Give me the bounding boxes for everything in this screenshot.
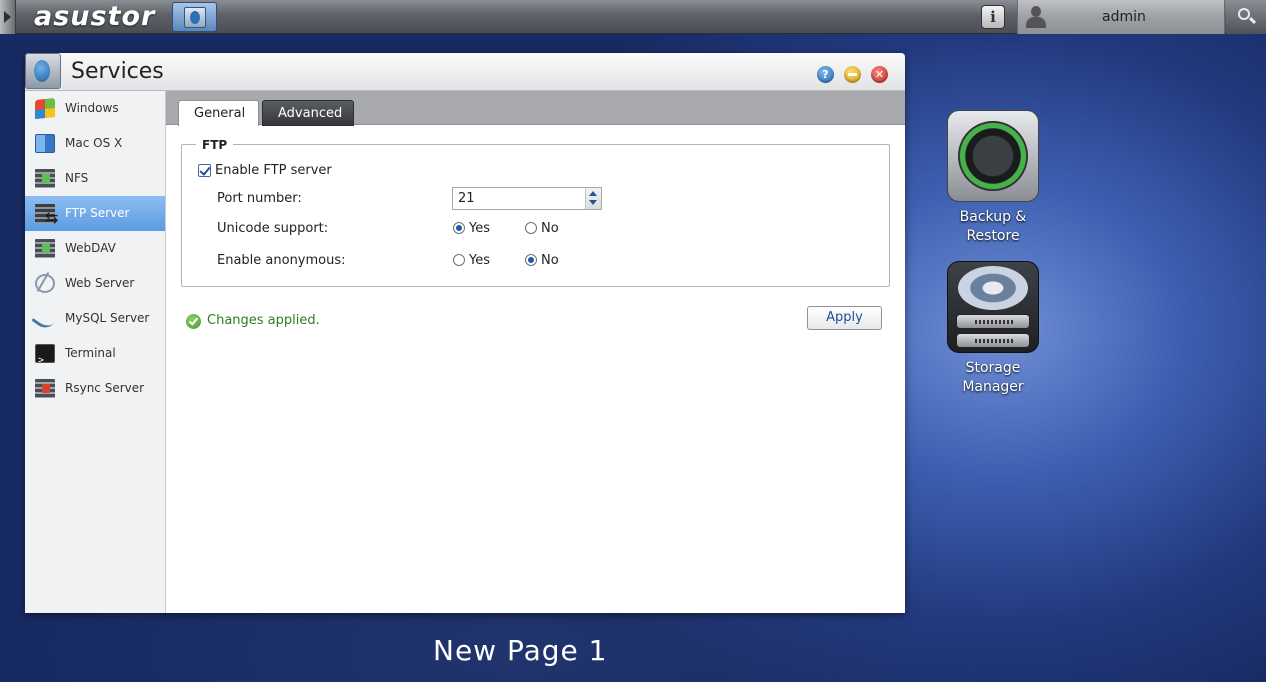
sidebar-item-label: NFS [65,171,89,185]
windows-icon [35,97,55,120]
enable-ftp-label: Enable FTP server [215,163,332,178]
anonymous-no-radio[interactable] [525,254,537,266]
user-icon [1026,6,1046,28]
desktop-page-label: New Page 1 [433,634,608,667]
storage-manager-icon [947,261,1039,353]
ftp-group-legend: FTP [196,138,234,152]
unicode-support-label: Unicode support: [217,221,329,236]
enable-ftp-checkbox[interactable] [198,164,211,177]
desktop-icon-label: Storage [965,360,1021,376]
sidebar-item-rsync-server[interactable]: Rsync Server [25,371,165,406]
unicode-yes-radio[interactable] [453,222,465,234]
sidebar-item-label: FTP Server [65,206,130,220]
sidebar-item-nfs[interactable]: NFS [25,161,165,196]
anonymous-yes-radio[interactable] [453,254,465,266]
sidebar-item-mysql-server[interactable]: MySQL Server [25,301,165,336]
terminal-icon [35,343,55,378]
webdav-icon [35,239,55,258]
app-launcher-icon [184,7,206,28]
sidebar-item-terminal[interactable]: Terminal [25,336,165,378]
sidebar-item-ftp-server[interactable]: FTP Server [25,196,165,235]
services-sidebar: Windows Mac OS X NFS FTP Server WebDAV W… [25,91,166,613]
sidebar-item-label: MySQL Server [65,311,150,325]
rsync-icon [35,379,55,398]
sidebar-item-label: Web Server [65,276,135,290]
status-text: Changes applied. [207,313,320,328]
status-message: Changes applied. [186,313,320,329]
sidebar-item-label: Rsync Server [65,381,145,395]
desktop-icon-label: Manager [962,379,1024,395]
apply-button[interactable]: Apply [807,306,882,330]
desktop-icon-label: Backup & [959,209,1027,225]
sidebar-item-web-server[interactable]: Web Server [25,266,165,301]
unicode-yes-label: Yes [469,221,490,236]
info-button[interactable]: i [981,5,1005,29]
sidebar-item-mac-os-x[interactable]: Mac OS X [25,126,165,161]
sidebar-item-label: Terminal [65,346,116,360]
backup-restore-icon [947,110,1039,202]
search-button[interactable] [1226,0,1266,34]
window-titlebar[interactable]: Services ? ✕ [25,53,905,91]
success-check-icon [186,314,201,329]
increment-arrow-icon[interactable] [589,191,597,196]
close-button[interactable]: ✕ [871,66,888,83]
desktop-icon-backup-restore[interactable]: Backup & Restore [938,110,1048,246]
app-launcher-button[interactable] [172,2,217,32]
sidebar-item-label: Windows [65,101,119,115]
services-content: General Advanced FTP Enable FTP server P… [166,91,905,613]
anonymous-no-label: No [541,253,559,268]
sidebar-item-label: Mac OS X [65,136,123,150]
tab-advanced[interactable]: Advanced [262,100,354,126]
services-window: Services ? ✕ Windows Mac OS X NFS FTP Se… [25,53,905,613]
web-server-icon [35,274,55,293]
port-number-stepper[interactable]: 21 [452,187,602,210]
help-button[interactable]: ? [817,66,834,83]
mac-icon [35,134,55,153]
tab-bar: General Advanced [166,91,905,126]
services-app-icon [25,53,61,89]
port-number-value: 21 [458,191,475,206]
unicode-no-label: No [541,221,559,236]
unicode-no-radio[interactable] [525,222,537,234]
port-number-label: Port number: [217,191,302,206]
ftp-icon [35,200,58,235]
panel-toggle-icon[interactable] [0,0,16,34]
sidebar-item-windows[interactable]: Windows [25,91,165,126]
desktop-icon-label: Restore [966,228,1020,244]
username-label: admin [1102,9,1146,25]
anonymous-yes-label: Yes [469,253,490,268]
ftp-settings-group: FTP Enable FTP server Port number: 21 Un… [181,138,890,287]
window-title: Services [71,59,164,84]
desktop-icon-storage-manager[interactable]: Storage Manager [938,261,1048,397]
enable-anonymous-label: Enable anonymous: [217,253,346,268]
mysql-icon [31,304,59,333]
user-menu[interactable]: admin [1017,0,1225,34]
sidebar-item-label: WebDAV [65,241,116,255]
sidebar-item-webdav[interactable]: WebDAV [25,231,165,266]
minimize-button[interactable] [844,66,861,83]
asustor-logo: asustor [34,1,156,32]
nfs-icon [35,169,55,188]
top-bar: asustor i admin [0,0,1266,34]
decrement-arrow-icon[interactable] [589,200,597,205]
tab-general[interactable]: General [178,100,259,126]
